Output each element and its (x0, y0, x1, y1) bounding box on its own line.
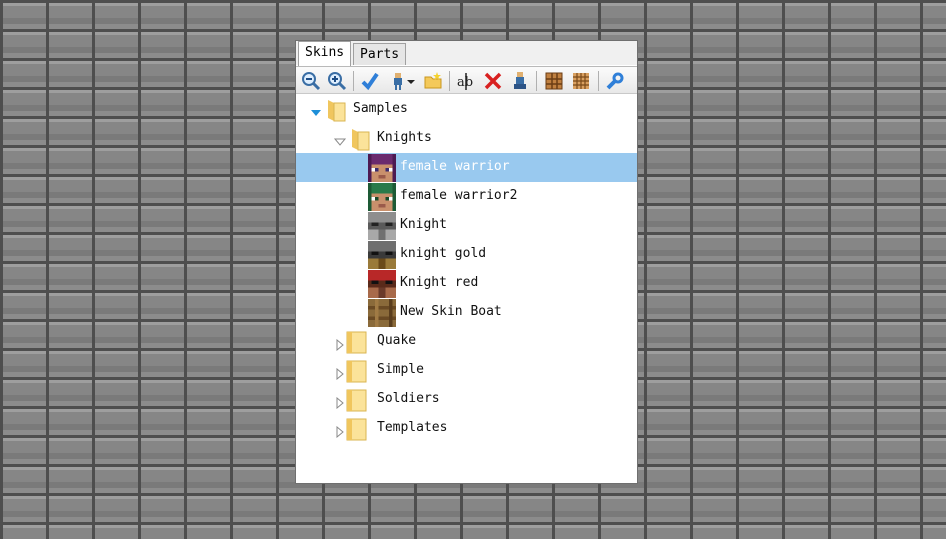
tree-item-female-warrior2[interactable]: female warrior2 (296, 182, 637, 211)
tab-strip: Skins Parts (296, 41, 637, 66)
grid-2-icon[interactable] (571, 71, 591, 91)
open-folder-icon (348, 127, 372, 151)
new-folder-icon[interactable] (423, 71, 443, 91)
apply-icon[interactable] (360, 71, 380, 91)
skins-panel: Skins Parts ab Samples Knights female wa… (296, 41, 637, 483)
tree-item-label: female warrior2 (400, 188, 518, 203)
tree-node-knights[interactable]: Knights (296, 124, 637, 153)
tree-item-label: Knight red (400, 275, 479, 290)
clone-icon[interactable] (510, 71, 530, 91)
grid-icon[interactable] (544, 71, 564, 91)
tab-parts[interactable]: Parts (353, 43, 407, 65)
tree-node-label: Samples (353, 101, 408, 116)
rename-icon[interactable]: ab (456, 71, 476, 91)
tree-node-label: Templates (377, 420, 448, 435)
skin-thumbnail-icon (368, 299, 396, 327)
tree-item-female-warrior[interactable]: female warrior (296, 153, 637, 182)
tree-item-label: female warrior (400, 159, 510, 174)
tree-node-quake[interactable]: Quake (296, 327, 637, 356)
tree-node-label: Simple (377, 362, 424, 377)
chevron-down-icon[interactable] (406, 71, 416, 91)
tree-node-label: Soldiers (377, 391, 440, 406)
skin-thumbnail-icon (368, 241, 396, 269)
skin-thumbnail-icon (368, 270, 396, 298)
zoom-in-icon[interactable] (327, 71, 347, 91)
skin-thumbnail-icon (368, 183, 396, 211)
tree-item-label: knight gold (400, 246, 487, 261)
open-folder-icon (324, 98, 348, 122)
tree-item-new-skin-boat[interactable]: New Skin Boat (296, 298, 637, 327)
tree-node-soldiers[interactable]: Soldiers (296, 385, 637, 414)
tree-node-label: Knights (377, 130, 432, 145)
import-icon[interactable] (388, 71, 408, 91)
tree-node-templates[interactable]: Templates (296, 414, 637, 443)
tree-node-simple[interactable]: Simple (296, 356, 637, 385)
tree-item-knight[interactable]: Knight (296, 211, 637, 240)
tree-item-knight-red[interactable]: Knight red (296, 269, 637, 298)
svg-text:ab: ab (457, 75, 473, 90)
expanded-arrow-icon[interactable] (333, 133, 347, 146)
link-icon[interactable] (605, 71, 625, 91)
toolbar: ab (296, 66, 637, 94)
tree-item-knight-gold[interactable]: knight gold (296, 240, 637, 269)
tab-skins[interactable]: Skins (298, 41, 352, 66)
skin-thumbnail-icon (368, 212, 396, 240)
folder-icon (345, 417, 369, 441)
delete-icon[interactable] (483, 71, 503, 91)
tree-node-samples[interactable]: Samples (296, 95, 637, 124)
folder-icon (345, 388, 369, 412)
tree-item-label: Knight (400, 217, 447, 232)
tree-item-label: New Skin Boat (400, 304, 502, 319)
folder-icon (345, 359, 369, 383)
zoom-out-icon[interactable] (301, 71, 321, 91)
expanded-arrow-icon[interactable] (310, 104, 322, 116)
skin-thumbnail-icon (368, 154, 396, 182)
folder-icon (345, 330, 369, 354)
tree-node-label: Quake (377, 333, 417, 348)
